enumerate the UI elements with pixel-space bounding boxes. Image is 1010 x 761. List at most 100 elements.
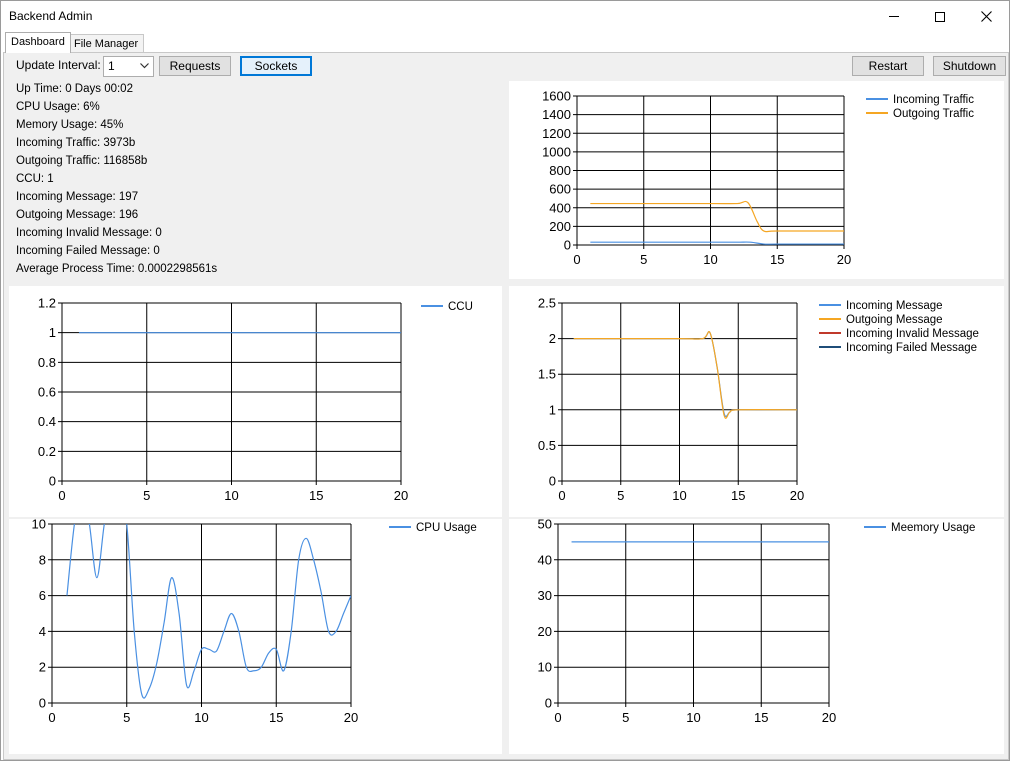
close-icon [980, 11, 992, 22]
messages-y-tick-label: 1 [549, 402, 556, 417]
cpu-chart-svg: 0 2 4 6 8 10 0 5 10 15 20 CPU Usage [32, 517, 477, 726]
traffic-y-tick-label: 1400 [542, 107, 571, 122]
ccu-x-tick-label: 15 [309, 488, 323, 503]
messages-legend-label-2: Incoming Invalid Message [846, 328, 979, 340]
tab-dashboard[interactable]: Dashboard [5, 32, 71, 53]
messages-y-tick-label: 1.5 [538, 367, 556, 382]
memory-y-tick-label: 40 [538, 552, 552, 567]
stat-incoming-invalid-message: Incoming Invalid Message: 0 [16, 227, 162, 239]
traffic-y-tick-label: 1000 [542, 144, 571, 159]
traffic-x-tick-label: 5 [640, 252, 647, 267]
memory-x-tick-label: 20 [822, 710, 836, 725]
update-interval-value: 1 [108, 59, 115, 73]
cpu-x-tick-label: 20 [344, 710, 358, 725]
title-bar: Backend Admin [1, 1, 1009, 32]
stat-cpu-usage: CPU Usage: 6% [16, 101, 100, 113]
messages-legend-label-1: Outgoing Message [846, 314, 943, 326]
update-interval-label: Update Interval: [16, 58, 101, 72]
cpu-x-tick-label: 5 [123, 710, 130, 725]
ccu-y-tick-label: 1 [49, 325, 56, 340]
messages-chart-svg: 0 0.5 1 1.5 2 2.5 0 5 10 15 20 Incoming Message Outg… [538, 296, 979, 504]
cpu-series-line-0 [66, 524, 351, 699]
messages-y-tick-label: 2 [549, 331, 556, 346]
restart-button[interactable]: Restart [852, 56, 924, 76]
shutdown-button[interactable]: Shutdown [933, 56, 1006, 76]
memory-x-tick-label: 15 [754, 710, 768, 725]
memory-chart-svg: 0 10 20 30 40 50 0 5 10 15 20 Meemory Usage [538, 517, 976, 726]
cpu-y-tick-label: 0 [39, 696, 46, 711]
stat-incoming-failed-message: Incoming Failed Message: 0 [16, 245, 160, 257]
stat-incoming-message: Incoming Message: 197 [16, 191, 139, 203]
cpu-x-tick-label: 15 [269, 710, 283, 725]
ccu-chart: 0 0.2 0.4 0.6 0.8 1 1.2 0 5 10 15 20 CCU [9, 286, 502, 517]
stat-ccu: CCU: 1 [16, 173, 54, 185]
minimize-icon [889, 16, 899, 17]
window-title: Backend Admin [9, 9, 93, 23]
messages-legend-label-3: Incoming Failed Message [846, 342, 977, 354]
cpu-x-tick-label: 10 [194, 710, 208, 725]
maximize-button[interactable] [917, 1, 963, 32]
cpu-y-tick-label: 4 [39, 624, 46, 639]
ccu-x-tick-label: 10 [224, 488, 238, 503]
traffic-y-tick-label: 800 [549, 163, 571, 178]
memory-grid: 0 10 20 30 40 50 0 5 10 15 20 [538, 517, 837, 726]
ccu-x-tick-label: 5 [143, 488, 150, 503]
traffic-y-tick-label: 600 [549, 182, 571, 197]
traffic-x-tick-label: 15 [770, 252, 784, 267]
traffic-x-tick-label: 10 [703, 252, 717, 267]
close-button[interactable] [963, 1, 1009, 32]
messages-x-tick-label: 5 [617, 488, 624, 503]
memory-x-tick-label: 0 [554, 710, 561, 725]
dashboard-page: Update Interval: 1 Requests Sockets Rest… [3, 52, 1009, 760]
ccu-legend-label-0: CCU [448, 301, 473, 313]
traffic-x-tick-label: 0 [573, 252, 580, 267]
traffic-y-tick-label: 0 [564, 238, 571, 253]
messages-grid: 0 0.5 1 1.5 2 2.5 0 5 10 15 20 [538, 296, 804, 504]
cpu-x-tick-label: 0 [48, 710, 55, 725]
cpu-y-tick-label: 10 [32, 519, 46, 532]
traffic-legend-label-0: Incoming Traffic [893, 94, 974, 106]
ccu-y-tick-label: 0.8 [38, 355, 56, 370]
messages-x-tick-label: 10 [672, 488, 686, 503]
ccu-y-tick-label: 0.2 [38, 444, 56, 459]
memory-y-tick-label: 20 [538, 624, 552, 639]
cpu-y-tick-label: 8 [39, 552, 46, 567]
memory-legend-label-0: Meemory Usage [891, 522, 975, 534]
sockets-button[interactable]: Sockets [240, 56, 312, 76]
ccu-y-tick-label: 0.6 [38, 385, 56, 400]
ccu-x-tick-label: 20 [394, 488, 408, 503]
stat-outgoing-traffic: Outgoing Traffic: 116858b [16, 155, 148, 167]
stat-incoming-traffic: Incoming Traffic: 3973b [16, 137, 136, 149]
chevron-down-icon [140, 63, 149, 69]
cpu-y-tick-label: 6 [39, 588, 46, 603]
traffic-y-tick-label: 1600 [542, 89, 571, 104]
memory-x-tick-label: 10 [686, 710, 700, 725]
app-window: Backend Admin Dashboard File Manager Upd… [0, 0, 1010, 761]
messages-y-tick-label: 2.5 [538, 296, 556, 311]
traffic-x-tick-label: 20 [837, 252, 851, 267]
messages-x-tick-label: 20 [790, 488, 804, 503]
cpu-grid: 0 2 4 6 8 10 0 5 10 15 20 [32, 517, 359, 726]
traffic-legend-label-1: Outgoing Traffic [893, 108, 974, 120]
update-interval-select[interactable]: 1 [103, 56, 154, 77]
memory-y-tick-label: 10 [538, 660, 552, 675]
traffic-grid: 0 200 400 600 800 1000 1200 1400 1600 0 5 10 15 20 [542, 89, 851, 268]
messages-x-tick-label: 0 [558, 488, 565, 503]
requests-button[interactable]: Requests [159, 56, 231, 76]
ccu-grid: 0 0.2 0.4 0.6 0.8 1 1.2 0 5 10 15 20 [38, 296, 408, 504]
cpu-chart: 0 2 4 6 8 10 0 5 10 15 20 CPU Usage [9, 517, 502, 754]
cpu-legend-label-0: CPU Usage [416, 522, 477, 534]
ccu-y-tick-label: 0.4 [38, 414, 56, 429]
traffic-series-line-0 [590, 241, 844, 245]
tab-file-manager[interactable]: File Manager [68, 34, 145, 53]
stat-outgoing-message: Outgoing Message: 196 [16, 209, 139, 221]
cpu-y-tick-label: 2 [39, 660, 46, 675]
stat-uptime: Up Time: 0 Days 00:02 [16, 83, 133, 95]
memory-y-tick-label: 30 [538, 588, 552, 603]
messages-y-tick-label: 0 [549, 474, 556, 489]
memory-x-tick-label: 5 [622, 710, 629, 725]
ccu-chart-svg: 0 0.2 0.4 0.6 0.8 1 1.2 0 5 10 15 20 CCU [38, 296, 473, 504]
traffic-chart: 0 200 400 600 800 1000 1200 1400 1600 0 5 10 15 20 Inc… [509, 81, 1004, 279]
ccu-y-tick-label: 1.2 [38, 296, 56, 311]
minimize-button[interactable] [871, 1, 917, 32]
